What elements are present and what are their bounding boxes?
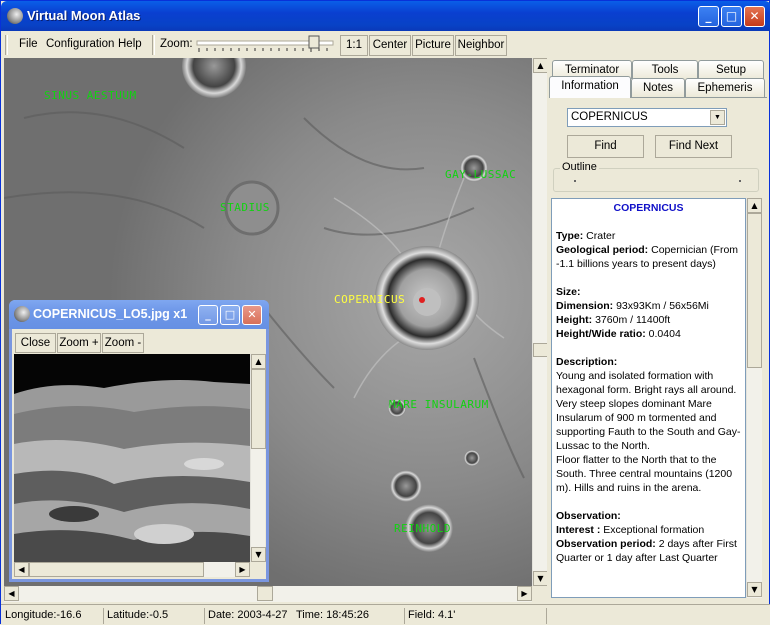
picture-vertical-scrollbar[interactable]: ▲ ▼ bbox=[250, 354, 266, 562]
scroll-up-icon[interactable]: ▲ bbox=[747, 198, 762, 213]
window-title: Virtual Moon Atlas bbox=[27, 8, 141, 23]
minimize-button[interactable]: _ bbox=[698, 6, 719, 27]
zoom-slider[interactable] bbox=[195, 35, 337, 55]
picture-window: COPERNICUS_LO5.jpg x1 _ □ ✕ Close Zoom +… bbox=[9, 300, 269, 582]
outline-group: Outline bbox=[553, 161, 759, 192]
center-button[interactable]: Center bbox=[369, 35, 411, 56]
picture-close-button[interactable]: Close bbox=[15, 333, 56, 353]
tab-setup[interactable]: Setup bbox=[698, 60, 764, 79]
find-next-button[interactable]: Find Next bbox=[655, 135, 732, 158]
size-heading: Size: bbox=[556, 286, 581, 298]
info-scrollbar[interactable]: ▲ ▼ bbox=[746, 198, 762, 598]
type-value: Crater bbox=[586, 230, 616, 242]
zoom-label: Zoom: bbox=[160, 38, 193, 50]
tab-notes[interactable]: Notes bbox=[631, 78, 685, 97]
search-combobox[interactable]: COPERNICUS ▼ bbox=[567, 108, 727, 127]
zoom-in-button[interactable]: Zoom + bbox=[57, 333, 101, 353]
info-text-box[interactable]: COPERNICUS Type: Crater Geological perio… bbox=[551, 198, 746, 598]
scroll-left-icon[interactable]: ◀ bbox=[14, 562, 29, 577]
picture-window-title: COPERNICUS_LO5.jpg x1 bbox=[33, 307, 188, 321]
scroll-thumb[interactable] bbox=[257, 586, 273, 601]
scroll-up-icon[interactable]: ▲ bbox=[533, 58, 548, 73]
maximize-button[interactable]: □ bbox=[220, 305, 240, 325]
main-window: Virtual Moon Atlas _ □ ✕ File Configurat… bbox=[0, 0, 770, 625]
status-bar: Longitude:-16.6 Latitude:-0.5 Date: 2003… bbox=[1, 604, 770, 625]
tab-information[interactable]: Information bbox=[549, 76, 631, 98]
ratio-value: 0.0404 bbox=[648, 328, 681, 340]
description-paragraph: Young and isolated formation with hexago… bbox=[556, 370, 741, 452]
label-stadius: STADIUS bbox=[220, 201, 270, 214]
title-bar[interactable]: Virtual Moon Atlas _ □ ✕ bbox=[1, 1, 770, 31]
zoom-out-button[interactable]: Zoom - bbox=[102, 333, 144, 353]
toolbar-grip bbox=[152, 35, 155, 55]
status-time: Time: 18:45:26 bbox=[296, 609, 369, 621]
scroll-down-icon[interactable]: ▼ bbox=[747, 582, 762, 597]
period-label: Observation period: bbox=[556, 538, 656, 550]
status-field: Field: 4.1' bbox=[404, 608, 544, 624]
menu-file[interactable]: File bbox=[19, 38, 38, 50]
scroll-down-icon[interactable]: ▼ bbox=[251, 547, 266, 562]
search-value: COPERNICUS bbox=[571, 111, 648, 123]
description-paragraph: Floor flatter to the North that to the S… bbox=[556, 454, 733, 494]
height-value: 3760m / 11400ft bbox=[595, 314, 671, 326]
dimension-value: 93x93Km / 56x56Mi bbox=[616, 300, 709, 312]
map-vertical-scrollbar[interactable]: ▲ ▼ bbox=[532, 58, 548, 586]
outline-marker bbox=[574, 180, 576, 182]
maximize-button[interactable]: □ bbox=[721, 6, 742, 27]
label-sinus-aestuum: SINUS AESTUUM bbox=[44, 89, 137, 102]
interest-value: Exceptional formation bbox=[603, 524, 705, 536]
tab-tools[interactable]: Tools bbox=[632, 60, 698, 79]
picture-button[interactable]: Picture bbox=[412, 35, 454, 56]
observation-heading: Observation: bbox=[556, 510, 621, 522]
ratio-label: Height/Wide ratio: bbox=[556, 328, 646, 340]
find-button[interactable]: Find bbox=[567, 135, 644, 158]
menu-toolbar: File Configuration Help Zoom: 1:1 Center… bbox=[5, 32, 765, 58]
outline-marker bbox=[739, 180, 741, 182]
label-copernicus: COPERNICUS bbox=[334, 293, 406, 306]
label-reinhold: REINHOLD bbox=[394, 522, 451, 535]
picture-title-bar[interactable]: COPERNICUS_LO5.jpg x1 _ □ ✕ bbox=[9, 300, 269, 329]
scroll-left-icon[interactable]: ◀ bbox=[4, 586, 19, 601]
info-title: COPERNICUS bbox=[613, 202, 684, 214]
height-label: Height: bbox=[556, 314, 593, 326]
neighbor-button[interactable]: Neighbor bbox=[455, 35, 507, 56]
menu-configuration[interactable]: Configuration bbox=[46, 38, 114, 50]
crater-photo bbox=[14, 354, 250, 562]
moon-icon bbox=[7, 8, 23, 24]
scroll-thumb[interactable] bbox=[251, 369, 266, 449]
chevron-down-icon[interactable]: ▼ bbox=[710, 110, 725, 125]
label-gay-lussac: GAY-LUSSAC bbox=[445, 168, 517, 181]
geo-label: Geological period: bbox=[556, 244, 649, 256]
status-empty bbox=[546, 608, 766, 624]
close-button[interactable]: ✕ bbox=[744, 6, 765, 27]
interest-label: Interest : bbox=[556, 524, 601, 536]
close-button[interactable]: ✕ bbox=[242, 305, 262, 325]
scroll-right-icon[interactable]: ▶ bbox=[517, 586, 532, 601]
tab-ephemeris[interactable]: Ephemeris bbox=[685, 78, 765, 97]
type-label: Type: bbox=[556, 230, 584, 242]
toolbar-grip bbox=[5, 35, 8, 55]
map-horizontal-scrollbar[interactable]: ◀ ▶ bbox=[4, 586, 532, 602]
picture-horizontal-scrollbar[interactable]: ◀ ▶ bbox=[14, 562, 250, 577]
one-to-one-button[interactable]: 1:1 bbox=[340, 35, 368, 56]
label-mare-insularum: MARE INSULARUM bbox=[389, 398, 489, 411]
moon-icon bbox=[14, 306, 30, 322]
outline-label: Outline bbox=[560, 161, 599, 173]
status-latitude: Latitude:-0.5 bbox=[103, 608, 203, 624]
status-longitude: Longitude:-16.6 bbox=[5, 609, 82, 621]
scroll-down-icon[interactable]: ▼ bbox=[533, 571, 548, 586]
scroll-right-icon[interactable]: ▶ bbox=[235, 562, 250, 577]
dimension-label: Dimension: bbox=[556, 300, 614, 312]
menu-help[interactable]: Help bbox=[118, 38, 142, 50]
minimize-button[interactable]: _ bbox=[198, 305, 218, 325]
scroll-up-icon[interactable]: ▲ bbox=[251, 354, 266, 369]
scroll-thumb[interactable] bbox=[533, 343, 548, 357]
scroll-thumb[interactable] bbox=[747, 213, 762, 368]
scroll-thumb[interactable] bbox=[29, 562, 204, 577]
status-date: Date: 2003-4-27 bbox=[204, 608, 294, 624]
description-heading: Description: bbox=[556, 356, 618, 368]
